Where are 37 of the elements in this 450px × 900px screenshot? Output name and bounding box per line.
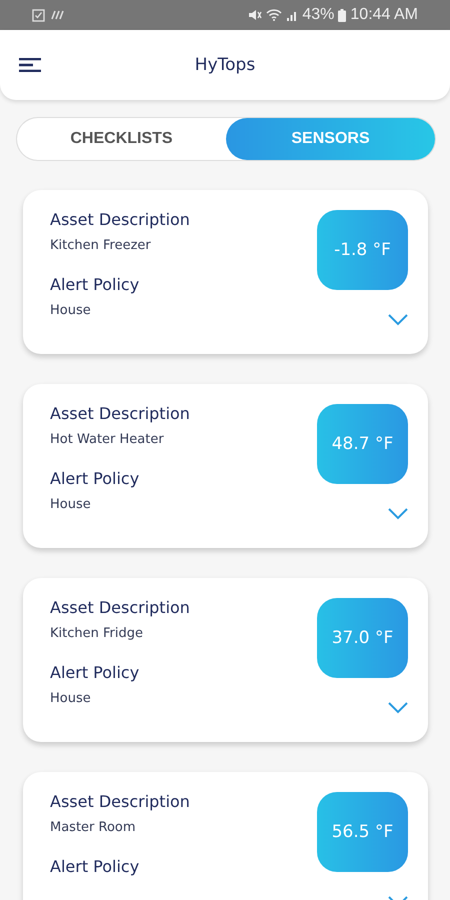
app-title: HyTops [194, 55, 256, 75]
wifi-icon [266, 9, 282, 21]
signal-icon [286, 9, 298, 21]
field-label: Asset Description [50, 598, 190, 617]
chevron-icon[interactable] [388, 702, 408, 714]
checkbox-icon [32, 8, 45, 22]
battery-icon [338, 8, 346, 22]
policy-name: House [50, 691, 91, 706]
sensor-card[interactable]: Asset Description Kitchen Fridge Alert Policy House 37.0 °F [23, 578, 428, 742]
mute-icon [248, 9, 262, 21]
temperature-reading: -1.8 °F [317, 210, 408, 290]
notification-icon [51, 10, 65, 20]
field-label: Asset Description [50, 792, 190, 811]
policy-name: House [50, 497, 91, 512]
asset-name: Kitchen Freezer [50, 238, 151, 253]
battery-percent: 43% [302, 6, 334, 24]
temperature-reading: 37.0 °F [317, 598, 408, 678]
field-label: Asset Description [50, 210, 190, 229]
field-label: Asset Description [50, 404, 190, 423]
menu-icon[interactable] [19, 58, 41, 72]
tab[interactable]: CHECKLISTS [17, 118, 226, 160]
field-label: Alert Policy [50, 275, 140, 294]
sensor-card[interactable]: Asset Description Kitchen Freezer Alert Policy House -1.8 °F [23, 190, 428, 354]
temperature-reading: 56.5 °F [317, 792, 408, 872]
sensor-card[interactable]: Asset Description Hot Water Heater Alert Policy House 48.7 °F [23, 384, 428, 548]
asset-name: Kitchen Fridge [50, 626, 143, 641]
chevron-icon[interactable] [388, 508, 408, 520]
policy-name: House [50, 303, 91, 318]
field-label: Alert Policy [50, 857, 140, 876]
sensor-card[interactable]: Asset Description Master Room Alert Policy 56.5 °F [23, 772, 428, 900]
clock: 10:44 AM [350, 6, 418, 24]
asset-name: Master Room [50, 820, 136, 835]
asset-name: Hot Water Heater [50, 432, 164, 447]
temperature-reading: 48.7 °F [317, 404, 408, 484]
field-label: Alert Policy [50, 663, 140, 682]
field-label: Alert Policy [50, 469, 140, 488]
chevron-icon[interactable] [388, 314, 408, 326]
